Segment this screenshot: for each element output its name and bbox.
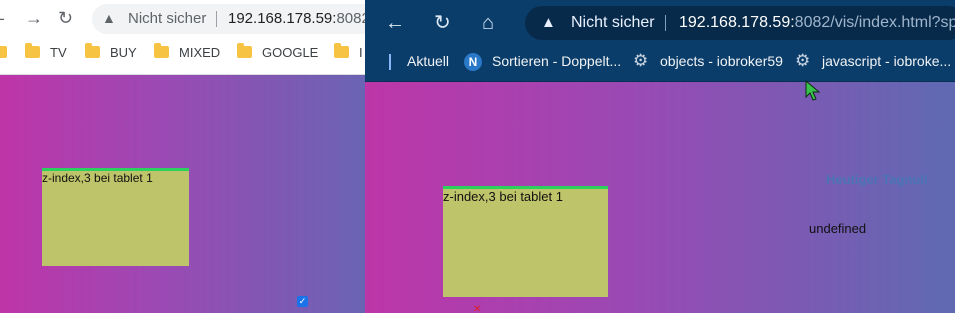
left-vis-canvas: z-index,3 bei tablet 1 ✓ [0,75,365,313]
url-port: 8082 [336,10,365,27]
bookmark-separator [389,54,391,70]
left-browser-window: – → ↻ ▲ Nicht sicher 192.168.178.59:8082… [0,0,365,313]
left-toolbar: – → ↻ ▲ Nicht sicher 192.168.178.59:8082 [0,0,365,37]
bookmark-buy[interactable]: BUY [110,45,137,60]
folder-icon[interactable] [154,43,169,58]
home-icon[interactable]: ⌂ [482,12,494,34]
forward-arrow-icon[interactable]: → [25,7,43,29]
folder-icon[interactable] [237,43,252,58]
right-bookmarks-bar: Aktuell N Sortieren - Doppelt... ⚙ objec… [365,44,955,82]
back-arrow-icon[interactable]: ← [385,12,405,34]
right-browser-window: ← ↻ ⌂ ▲ Nicht sicher 192.168.178.59:8082… [365,0,955,313]
bookmark-truncated[interactable]: I [359,45,363,60]
bookmark-objects[interactable]: objects - iobroker59 [660,53,783,69]
omnibox-divider [665,15,666,31]
value-text: undefined [809,221,867,236]
back-arrow-icon[interactable]: – [0,7,4,29]
mouse-cursor-icon [805,80,821,101]
widget-label: z-index,3 bei tablet 1 [443,189,563,204]
n-app-icon: N [464,53,482,71]
security-label: Nicht sicher [128,10,207,27]
widget-label: z-index,3 bei tablet 1 [42,171,153,185]
bookmark-google[interactable]: GOOGLE [262,45,318,60]
folder-icon[interactable] [25,43,40,58]
bookmark-sortieren[interactable]: Sortieren - Doppelt... [492,53,621,69]
right-toolbar: ← ↻ ⌂ ▲ Nicht sicher 192.168.178.59:8082… [365,0,955,44]
url-text: 192.168.178.59:8082 [228,10,365,27]
gear-icon: ⚙ [633,51,649,70]
warning-icon: ▲ [102,10,116,26]
gear-icon: ⚙ [795,51,811,70]
checkbox-icon[interactable]: ✓ [297,296,308,307]
right-vis-canvas: z-index,3 bei tablet 1 Heutiger Tagnull … [365,82,955,313]
warning-icon: ▲ [541,14,556,31]
reload-icon[interactable]: ↻ [434,12,451,34]
security-label: Nicht sicher [571,14,655,31]
reload-icon[interactable]: ↻ [58,7,73,29]
bookmark-aktuell[interactable]: Aktuell [407,53,449,69]
folder-icon[interactable] [334,43,349,58]
url-host: 192.168.178.59: [679,14,795,31]
folder-icon[interactable] [85,43,100,58]
red-marker-icon: ✕ [473,304,482,313]
left-omnibox[interactable]: ▲ Nicht sicher 192.168.178.59:8082 [92,4,365,34]
omnibox-divider [216,11,217,27]
bookmark-mixed[interactable]: MIXED [179,45,220,60]
heading-text: Heutiger Tagnull [826,172,928,187]
html-widget[interactable]: z-index,3 bei tablet 1 [443,186,608,297]
html-widget[interactable]: z-index,3 bei tablet 1 [42,168,189,266]
folder-icon [0,46,7,58]
url-host: 192.168.178.59: [228,10,337,27]
bookmark-tv[interactable]: TV [50,45,67,60]
url-text: 192.168.178.59:8082/vis/index.html?spee [679,14,955,32]
left-bookmarks-bar: TV BUY MIXED GOOGLE I [0,37,365,75]
bookmark-javascript[interactable]: javascript - iobroke... [822,53,951,69]
url-path: 8082/vis/index.html?spee [794,14,955,31]
right-omnibox[interactable]: ▲ Nicht sicher 192.168.178.59:8082/vis/i… [525,6,955,40]
